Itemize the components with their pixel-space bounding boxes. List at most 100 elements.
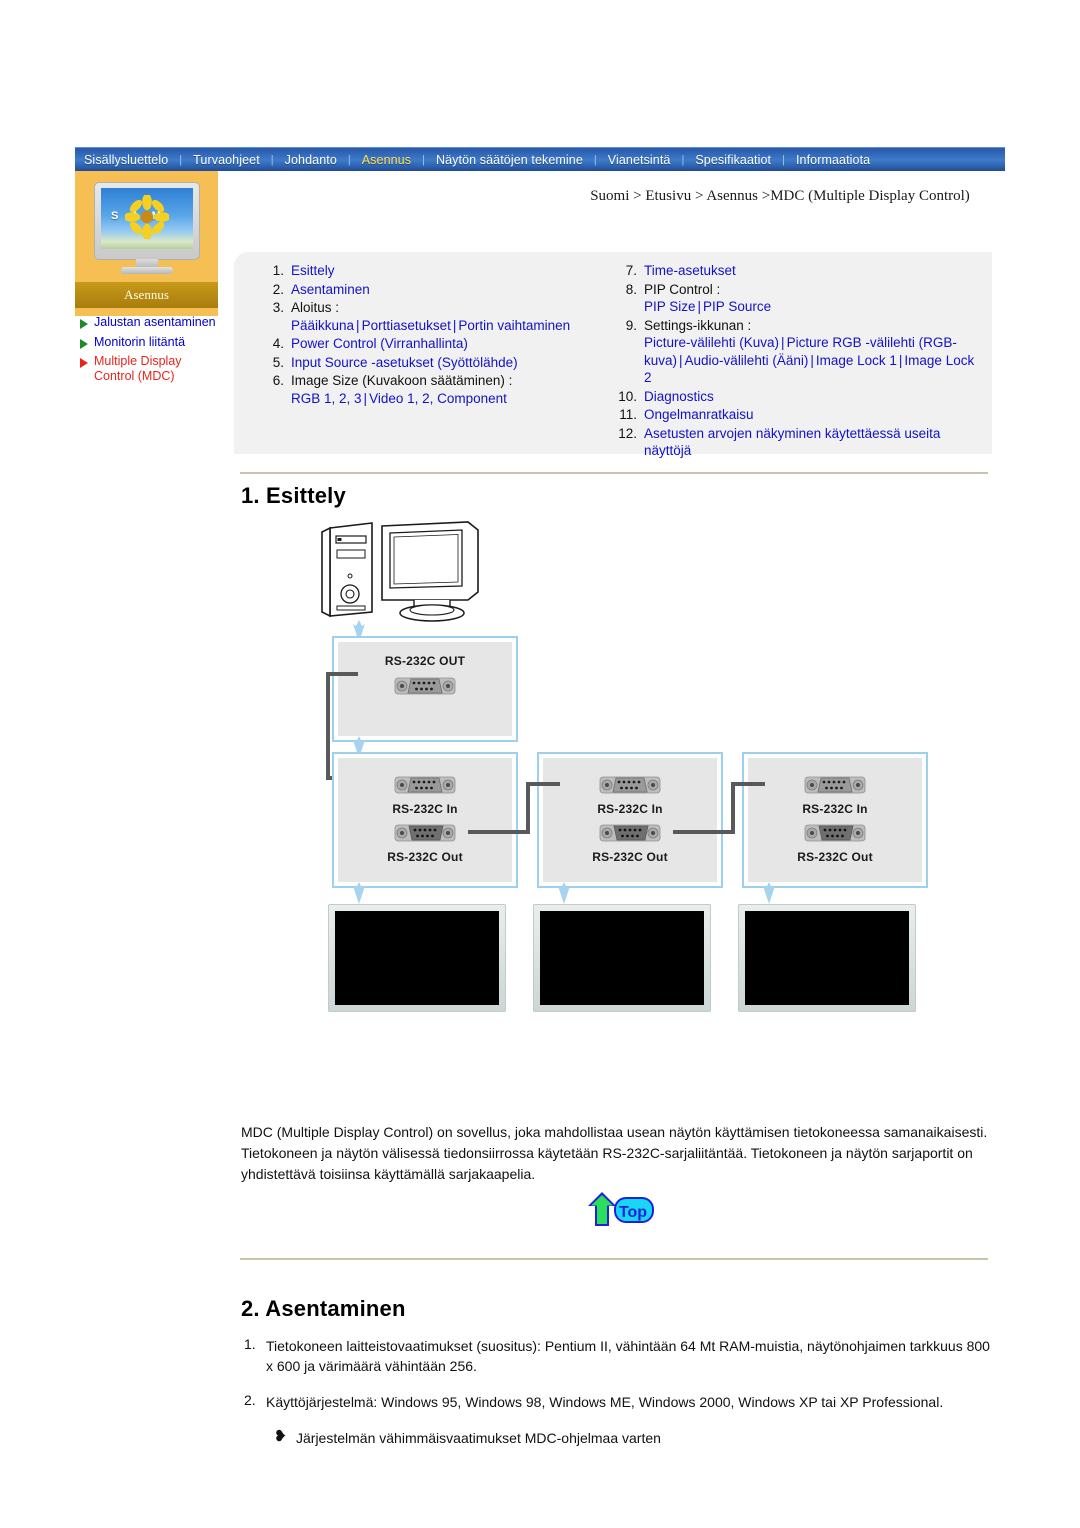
toc-sublink[interactable]: Image Lock 1: [816, 353, 897, 368]
toc-entry-left-5: 5. Input Source -asetukset (Syöttölähde): [260, 354, 605, 372]
nav-separator: |: [593, 153, 597, 166]
display-panel-3: [738, 904, 916, 1012]
requirement-item-text: Käyttöjärjestelmä: Windows 95, Windows 9…: [266, 1394, 944, 1410]
toc-entry-right-1: 7. Time-asetukset: [613, 262, 984, 280]
toc-entry-number: 1.: [272, 263, 284, 278]
toc-sublink-separator: |: [781, 335, 785, 350]
toc-sublink[interactable]: Portin vaihtaminen: [458, 318, 570, 333]
toc-sublink-separator: |: [697, 299, 702, 314]
table-of-contents: 1. Esittely 2. Asentaminen 3. Aloitus : Pääikk…: [234, 252, 992, 458]
monitor-box-3: RS-232C In RS-232C Out: [748, 758, 922, 882]
toc-entry-left-6: 6. Image Size (Kuvakoon säätäminen) : RGB …: [260, 372, 605, 407]
db9-out-connector-icon-2: [599, 824, 661, 842]
toc-entry-sublinks: PIP Size | PIP Source: [644, 298, 984, 316]
arrow-down-icon-2: [353, 736, 365, 758]
cable-out-vertical: [326, 672, 330, 780]
display-panel-1-screen: [335, 911, 499, 1005]
toc-entry-number: 2.: [272, 281, 284, 297]
requirement-item-number: 1.: [244, 1336, 256, 1352]
nav-item-informaatiota[interactable]: Informaatiota: [787, 148, 879, 172]
svg-text:Top: Top: [619, 1204, 647, 1221]
toc-entry-title: Image Size (Kuvakoon säätäminen) :: [291, 373, 513, 388]
monitor-box-2: RS-232C In RS-232C Out: [543, 758, 717, 882]
toc-entry-body: Power Control (Virranhallinta): [291, 335, 605, 353]
toc-entry-left-2: 2. Asentaminen: [260, 281, 605, 299]
display-panel-2: [533, 904, 711, 1012]
cable-1-2-b: [526, 782, 530, 834]
sidebar-item-label: Monitorin liitäntä: [94, 334, 186, 349]
toc-entry-number: 7.: [625, 263, 637, 278]
toc-entry-sublinks: RGB 1, 2, 3 | Video 1, 2, Component: [291, 390, 605, 408]
monitor-box-1: RS-232C In RS-232C Out: [338, 758, 512, 882]
toc-entry-number: 3.: [272, 300, 284, 315]
toc-entry-title[interactable]: Input Source -asetukset (Syöttölähde): [291, 355, 518, 370]
nav-item-asennus[interactable]: Asennus: [353, 148, 420, 172]
note-bullet-icon: ❥: [274, 1428, 287, 1445]
toc-entry-sublinks: Picture-välilehti (Kuva) | Picture RGB -vä…: [644, 334, 984, 387]
cable-2-3-c: [731, 782, 765, 786]
page-root: Sisällysluettelo | Turvaohjeet | Johdanto | As…: [0, 0, 1080, 1528]
toc-entry-title[interactable]: Ongelmanratkaisu: [644, 407, 754, 422]
monitor-3-out-label: RS-232C Out: [797, 850, 873, 864]
toc-entry-title[interactable]: Power Control (Virranhallinta): [291, 336, 468, 351]
nav-item-n-yt-n-s-t-jen-tekemine[interactable]: Näytön säätöjen tekemine: [427, 148, 592, 172]
toc-entry-left-1: 1. Esittely: [260, 262, 605, 280]
toc-entry-number: 11.: [619, 407, 637, 422]
toc-entry-left-3: 3. Aloitus : Pääikkuna | Porttiasetukset | Por…: [260, 299, 605, 334]
monitor-2-in-label: RS-232C In: [597, 802, 663, 816]
monitor-2-out-label: RS-232C Out: [592, 850, 668, 864]
system-requirements-note[interactable]: ❥ Järjestelmän vähimmäisvaatimukset MDC-o…: [274, 1428, 992, 1448]
toc-entry-title[interactable]: Asetusten arvojen näkyminen käytettäessä…: [644, 426, 940, 459]
toc-sublink-separator: |: [363, 390, 368, 406]
toc-entry-title: Aloitus :: [291, 300, 340, 315]
toc-entry-right-2: 8. PIP Control : PIP Size | PIP Source: [613, 281, 984, 316]
toc-sublink[interactable]: Porttiasetukset: [362, 318, 451, 333]
sidebar-section-caption: Asennus: [75, 282, 218, 308]
rs232c-out-label: RS-232C OUT: [384, 654, 466, 668]
sidebar-monitor-illustration: S A M: [88, 182, 206, 275]
triangle-bullet-icon: [80, 338, 88, 349]
toc-entry-body: Esittely: [291, 262, 605, 280]
monitor-base: [121, 267, 173, 274]
nav-separator: |: [422, 153, 425, 166]
sidebar-item-2[interactable]: Monitorin liitäntä: [78, 335, 223, 350]
flower-icon: [125, 195, 169, 240]
monitor-1-in-label: RS-232C In: [392, 802, 458, 816]
sidebar-item-3[interactable]: Multiple Display Control (MDC): [78, 354, 223, 383]
toc-entry-title[interactable]: Time-asetukset: [644, 263, 736, 278]
arrow-down-icon-3: [353, 882, 365, 904]
system-requirements-note-text: Järjestelmän vähimmäisvaatimukset MDC-oh…: [296, 1430, 661, 1446]
db9-out-connector-icon-1: [394, 824, 456, 842]
toc-entry-title[interactable]: Diagnostics: [644, 389, 714, 404]
toc-sublink[interactable]: Video 1, 2, Component: [369, 391, 507, 406]
cable-1-2-a: [468, 830, 530, 834]
nav-separator: |: [270, 153, 274, 166]
toc-sublink[interactable]: Pääikkuna: [291, 318, 354, 333]
requirement-item-1: 1. Tietokoneen laitteistovaatimukset (suo…: [244, 1336, 992, 1376]
toc-entry-title[interactable]: Asentaminen: [291, 282, 370, 297]
toc-sublink-separator: |: [679, 352, 683, 368]
divider-top: [240, 472, 988, 474]
nav-item-turvaohjeet[interactable]: Turvaohjeet: [184, 148, 269, 172]
breadcrumb: Suomi > Etusivu > Asennus >MDC (Multiple…: [590, 188, 970, 204]
toc-entry-right-3: 9. Settings-ikkunan : Picture-välilehti (K…: [613, 317, 984, 387]
sidebar-item-1[interactable]: Jalustan asentaminen: [78, 315, 223, 330]
toc-sublink[interactable]: PIP Size: [644, 299, 696, 314]
toc-sublink[interactable]: RGB 1, 2, 3: [291, 391, 362, 406]
nav-item-vianetsint[interactable]: Vianetsintä: [599, 148, 680, 172]
cable-2-3-b: [731, 782, 735, 834]
arrow-down-icon-4: [558, 882, 570, 904]
nav-item-sis-llysluettelo[interactable]: Sisällysluettelo: [75, 148, 177, 172]
toc-sublink[interactable]: PIP Source: [703, 299, 771, 314]
toc-sublink-separator: |: [356, 317, 360, 333]
toc-entry-title[interactable]: Esittely: [291, 263, 335, 278]
mdc-connection-diagram: RS-232C OUT RS-232C In RS-232C Out RS-23…: [300, 520, 922, 1060]
db9-out-connector-icon-3: [804, 824, 866, 842]
display-panel-3-screen: [745, 911, 909, 1005]
toc-sublink[interactable]: Picture-välilehti (Kuva): [644, 335, 779, 350]
back-to-top-button[interactable]: Top: [586, 1188, 658, 1232]
nav-item-spesifikaatiot[interactable]: Spesifikaatiot: [686, 148, 780, 172]
toc-sublink[interactable]: Audio-välilehti (Ääni): [685, 353, 809, 368]
nav-item-johdanto[interactable]: Johdanto: [276, 148, 346, 172]
toc-sublink-separator: |: [810, 352, 814, 368]
